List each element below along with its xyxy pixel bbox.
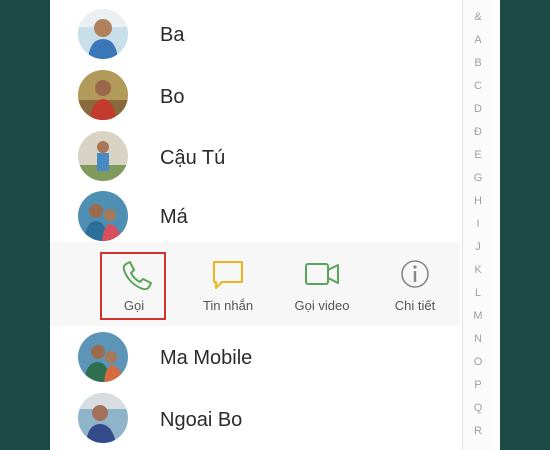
index-letter[interactable]: H: [463, 195, 493, 207]
message-button[interactable]: Tin nhắn: [180, 242, 276, 326]
contact-row[interactable]: Ngoai Bo: [50, 388, 460, 450]
index-letter[interactable]: M: [463, 310, 493, 322]
contact-avatar: [78, 131, 128, 181]
index-letter[interactable]: O: [463, 356, 493, 368]
index-letter[interactable]: I: [463, 218, 493, 230]
contact-avatar: [78, 70, 128, 120]
contact-row[interactable]: Bo: [50, 64, 460, 126]
message-label: Tin nhắn: [202, 298, 254, 313]
contact-list: Ba Bo Cậu Tú Má Gọi Tin nhắn Gọi video C…: [50, 0, 460, 450]
contact-action-bar: Gọi Tin nhắn Gọi video Chi tiết: [50, 242, 460, 326]
call-highlight-box: [100, 252, 166, 320]
info-icon: [367, 258, 463, 290]
contact-name: Ma Mobile: [160, 347, 253, 369]
contact-name: Ngoai Bo: [160, 409, 243, 431]
index-letter[interactable]: G: [463, 172, 493, 184]
index-letter[interactable]: J: [463, 241, 493, 253]
contact-row[interactable]: Ba: [50, 2, 460, 64]
index-letter[interactable]: B: [463, 57, 493, 69]
video-camera-icon: [274, 258, 370, 290]
index-letter[interactable]: A: [463, 34, 493, 46]
index-letter[interactable]: Q: [463, 402, 493, 414]
contact-row[interactable]: Ma Mobile: [50, 327, 460, 389]
index-letter[interactable]: N: [463, 333, 493, 345]
contact-name: Cậu Tú: [160, 147, 226, 169]
video-call-label: Gọi video: [294, 298, 350, 313]
details-button[interactable]: Chi tiết: [367, 242, 463, 326]
index-letter[interactable]: K: [463, 264, 493, 276]
index-letter[interactable]: Đ: [463, 126, 493, 138]
contact-avatar: [78, 332, 128, 382]
contact-name: Bo: [160, 86, 185, 108]
index-letter[interactable]: &: [463, 11, 493, 23]
contact-avatar: [78, 9, 128, 59]
contact-row[interactable]: Cậu Tú: [50, 125, 460, 187]
contact-avatar: [78, 393, 128, 443]
contacts-screen: Ba Bo Cậu Tú Má Gọi Tin nhắn Gọi video C…: [50, 0, 500, 450]
contact-name: Má: [160, 206, 188, 228]
index-letter[interactable]: D: [463, 103, 493, 115]
index-letter[interactable]: E: [463, 149, 493, 161]
contact-row[interactable]: Má: [50, 185, 460, 247]
message-icon: [180, 258, 276, 290]
index-letter[interactable]: P: [463, 379, 493, 391]
index-letter[interactable]: C: [463, 80, 493, 92]
contact-name: Ba: [160, 24, 185, 46]
details-label: Chi tiết: [394, 298, 436, 313]
video-call-button[interactable]: Gọi video: [274, 242, 370, 326]
alphabet-index-scrollbar[interactable]: & A B C D Đ E G H I J K L M N O P Q R: [462, 0, 493, 450]
index-letter[interactable]: R: [463, 425, 493, 437]
index-letter[interactable]: L: [463, 287, 493, 299]
contact-avatar: [78, 191, 128, 241]
